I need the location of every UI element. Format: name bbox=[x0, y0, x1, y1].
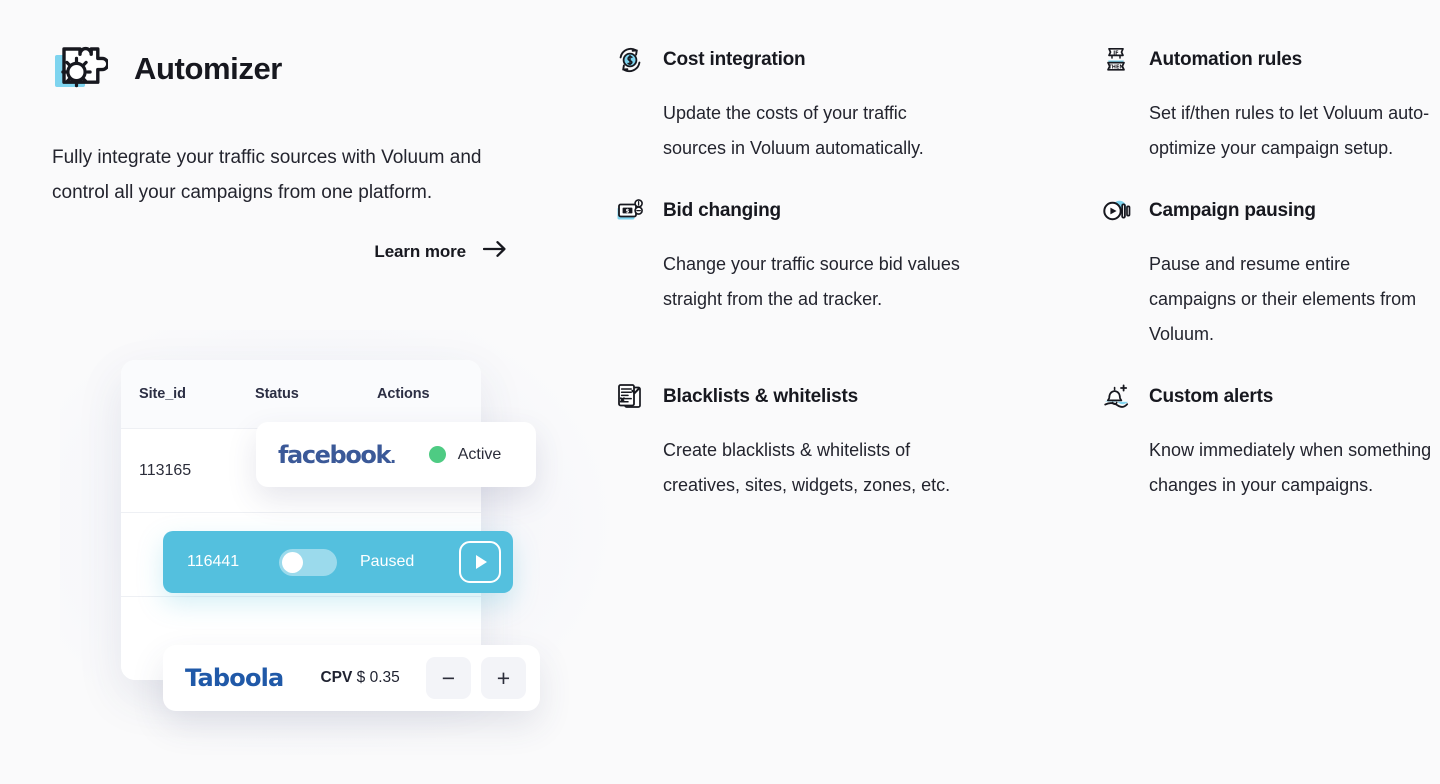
sites-table-card: Site_id Status Actions 113165 bbox=[121, 360, 481, 680]
arrow-right-icon bbox=[482, 240, 507, 263]
banknote-coins-icon: $ bbox=[613, 194, 647, 228]
svg-text:THEN: THEN bbox=[1108, 64, 1123, 70]
learn-more-link[interactable]: Learn more bbox=[52, 240, 507, 263]
feature-title: Campaign pausing bbox=[1149, 200, 1316, 221]
feature-custom-alerts: Custom alerts Know immediately when some… bbox=[1099, 379, 1439, 503]
play-pause-icon bbox=[1099, 194, 1133, 228]
cost-refresh-icon bbox=[613, 43, 647, 77]
taboola-bid-card[interactable]: Taboola CPV $ 0.35 − + bbox=[163, 645, 540, 711]
table-header-row: Site_id Status Actions bbox=[121, 360, 481, 428]
feature-bid-changing: $ Bid changing Change your traffic sourc… bbox=[613, 193, 1049, 352]
column-header-site-id: Site_id bbox=[139, 386, 186, 402]
intro-description: Fully integrate your traffic sources wit… bbox=[52, 147, 482, 203]
feature-description: Create blacklists & whitelists of creati… bbox=[663, 440, 951, 495]
taboola-logo: Taboola bbox=[185, 664, 284, 692]
feature-blacklists-whitelists: Blacklists & whitelists Create blacklist… bbox=[613, 379, 1049, 503]
paused-site-id: 116441 bbox=[187, 553, 240, 570]
facebook-logo-text: facebook bbox=[278, 440, 391, 469]
status-dot-icon bbox=[428, 446, 446, 463]
status-toggle[interactable] bbox=[279, 548, 337, 576]
learn-more-label: Learn more bbox=[374, 241, 466, 261]
status-label: Active bbox=[457, 445, 502, 463]
feature-title: Blacklists & whitelists bbox=[663, 386, 858, 407]
facebook-logo-dot: . bbox=[390, 447, 396, 467]
intro-panel: Automizer Fully integrate your traffic s… bbox=[52, 36, 572, 263]
cpv-label: CPV bbox=[320, 669, 353, 686]
if-then-banner-icon: IF THEN bbox=[1099, 43, 1133, 77]
taboola-logo-text: Taboola bbox=[185, 664, 284, 692]
feature-description: Update the costs of your traffic sources… bbox=[663, 103, 924, 158]
cpv-value: CPV $ 0.35 bbox=[320, 669, 399, 687]
toggle-knob bbox=[282, 551, 303, 573]
feature-description: Set if/then rules to let Voluum auto-opt… bbox=[1149, 103, 1430, 158]
plus-icon[interactable]: + bbox=[481, 657, 526, 699]
puzzle-gear-icon bbox=[52, 41, 110, 97]
resume-campaign-button[interactable] bbox=[459, 541, 501, 583]
feature-header: IF THEN Automation rules bbox=[1099, 42, 1439, 78]
page-root: Automizer Fully integrate your traffic s… bbox=[0, 0, 1440, 784]
feature-header: Custom alerts bbox=[1099, 379, 1439, 415]
column-header-actions: Actions bbox=[377, 386, 430, 402]
svg-text:IF: IF bbox=[1113, 50, 1119, 56]
feature-description: Change your traffic source bid values st… bbox=[663, 254, 960, 309]
feature-header: Campaign pausing bbox=[1099, 193, 1439, 229]
minus-icon[interactable]: − bbox=[426, 657, 471, 699]
bell-plus-icon bbox=[1099, 380, 1133, 414]
status-badge: Active bbox=[428, 445, 502, 464]
feature-description: Pause and resume entire campaigns or the… bbox=[1149, 254, 1417, 344]
facebook-logo: facebook. bbox=[278, 440, 396, 469]
page-title: Automizer bbox=[134, 51, 282, 86]
brand-row: Automizer bbox=[52, 36, 572, 102]
cell-site-id: 113165 bbox=[139, 461, 192, 479]
bid-stepper: − + bbox=[426, 657, 526, 699]
feature-header: $ Bid changing bbox=[613, 193, 1049, 229]
column-header-status: Status bbox=[255, 386, 299, 402]
facebook-status-card[interactable]: facebook. Active bbox=[256, 422, 536, 487]
feature-header: Cost integration bbox=[613, 42, 1049, 78]
svg-text:$: $ bbox=[626, 208, 630, 214]
paused-status-label: Paused bbox=[360, 553, 415, 570]
checklist-document-icon bbox=[613, 380, 647, 414]
feature-title: Bid changing bbox=[663, 200, 781, 221]
play-icon bbox=[476, 555, 487, 569]
cpv-amount: $ 0.35 bbox=[356, 669, 400, 686]
feature-automation-rules: IF THEN Automation rules Set if/then rul… bbox=[1099, 42, 1439, 166]
feature-title: Custom alerts bbox=[1149, 386, 1274, 407]
paused-campaign-row[interactable]: 116441 Paused bbox=[163, 531, 513, 593]
feature-header: Blacklists & whitelists bbox=[613, 379, 1049, 415]
feature-title: Automation rules bbox=[1149, 49, 1303, 70]
feature-description: Know immediately when something changes … bbox=[1149, 440, 1432, 495]
feature-grid: Cost integration Update the costs of you… bbox=[613, 42, 1431, 530]
feature-title: Cost integration bbox=[663, 49, 806, 70]
feature-campaign-pausing: Campaign pausing Pause and resume entire… bbox=[1099, 193, 1439, 352]
feature-cost-integration: Cost integration Update the costs of you… bbox=[613, 42, 1049, 166]
